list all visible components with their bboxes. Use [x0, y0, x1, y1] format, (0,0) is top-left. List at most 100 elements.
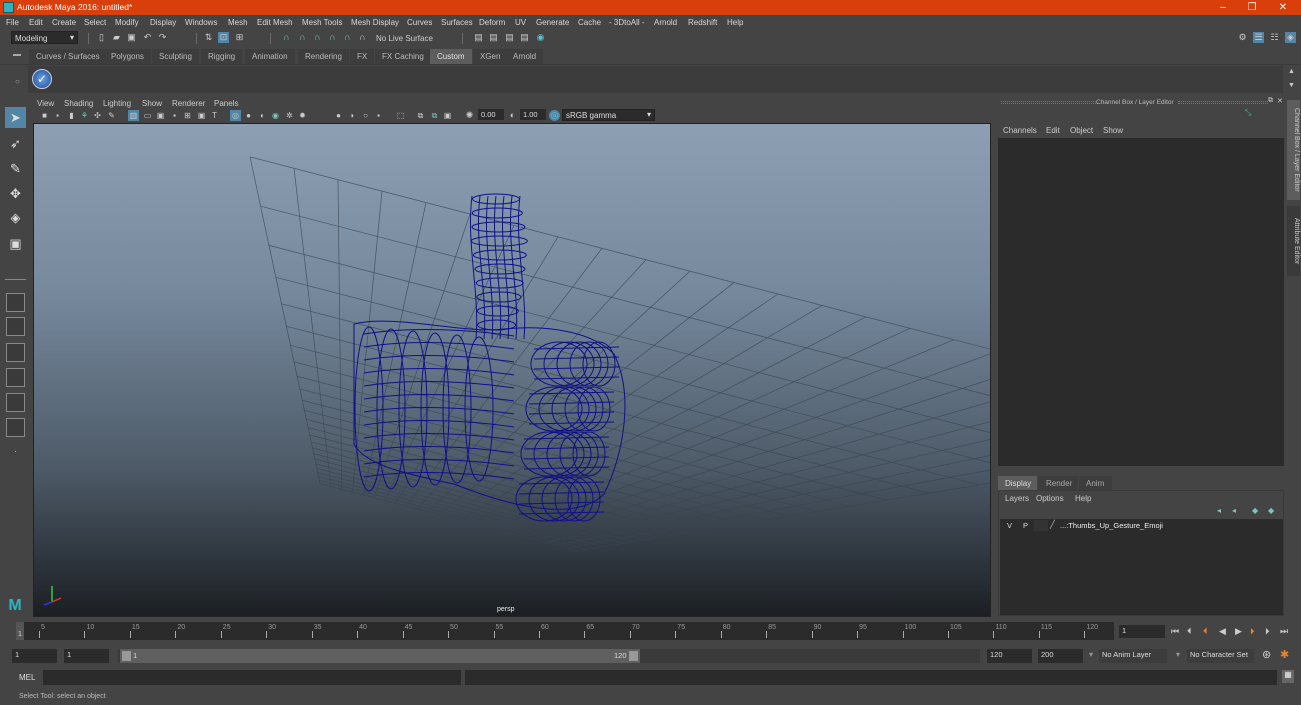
2d-pan-zoom-icon[interactable]: ✣ [92, 110, 103, 121]
menu-file[interactable]: File [6, 18, 19, 27]
redo-icon[interactable]: ↷ [157, 32, 168, 43]
channel-list[interactable] [998, 138, 1284, 466]
shelf-tab-fx-caching[interactable]: FX Caching [375, 49, 431, 64]
shelf-tab-curves-surfaces[interactable]: Curves / Surfaces [29, 49, 107, 64]
field-chart-icon[interactable]: ⊞ [182, 110, 193, 121]
menu-mesh-tools[interactable]: Mesh Tools [302, 18, 342, 27]
motion-blur-icon[interactable]: ◑ [346, 110, 357, 121]
script-editor-icon[interactable]: ▦ [1282, 670, 1294, 683]
go-to-end-icon[interactable]: ⏭ [1280, 626, 1288, 637]
open-scene-icon[interactable]: ▰ [111, 32, 122, 43]
shelf-tab-arnold[interactable]: Arnold [506, 49, 544, 64]
more-layouts-icon[interactable]: · [5, 441, 26, 462]
menu-curves[interactable]: Curves [407, 18, 432, 27]
new-empty-layer-icon[interactable]: ◆ [1252, 506, 1258, 515]
step-forward-key-icon[interactable]: ⏵ [1265, 626, 1270, 637]
paint-select-tool-icon[interactable]: ✎ [5, 158, 26, 179]
menu-uv[interactable]: UV [515, 18, 526, 27]
render-view-icon[interactable]: ▤ [473, 32, 484, 43]
safe-action-icon[interactable]: ▣ [196, 110, 207, 121]
cb-menu-object[interactable]: Object [1070, 126, 1093, 135]
chevron-down-icon[interactable]: ▾ [1176, 650, 1180, 659]
snap-surface-icon[interactable]: ∩ [342, 32, 353, 43]
shelf-tab-fx[interactable]: FX [350, 49, 375, 64]
layer-tab-anim[interactable]: Anim [1079, 476, 1112, 490]
shelf-tab-xgen[interactable]: XGen [473, 49, 508, 64]
menu-mesh[interactable]: Mesh [228, 18, 248, 27]
anti-aliasing-icon[interactable]: ○ [360, 110, 371, 121]
minimize-button[interactable]: – [1213, 1, 1233, 14]
persp-graph-layout-icon[interactable] [6, 368, 25, 387]
render-frame-icon[interactable]: ▤ [488, 32, 499, 43]
close-panel-icon[interactable]: ✕ [1277, 97, 1283, 105]
xray-joints-icon[interactable]: ⧉ [429, 110, 440, 121]
scale-tool-icon[interactable]: ▣ [5, 233, 26, 254]
shelf-tab-rendering[interactable]: Rendering [298, 49, 349, 64]
lasso-tool-icon[interactable]: ➶ [5, 133, 26, 154]
range-bar-track[interactable]: 1 120 [118, 649, 980, 663]
step-forward-frame-icon[interactable]: ⏵ [1250, 626, 1255, 637]
anim-layer-dropdown[interactable]: No Anim Layer [1099, 649, 1167, 663]
checkmark-shelf-icon[interactable]: ✓ [32, 69, 52, 89]
vp-menu-lighting[interactable]: Lighting [103, 99, 131, 108]
film-gate-icon[interactable]: ▭ [142, 110, 153, 121]
live-surface-field[interactable]: No Live Surface [376, 34, 433, 43]
wireframe-icon[interactable]: ◎ [230, 110, 241, 121]
3d-viewport[interactable]: persp [33, 123, 991, 617]
cb-menu-show[interactable]: Show [1103, 126, 1123, 135]
image-plane-icon[interactable]: ⚘ [79, 110, 90, 121]
shelf-tab-animation[interactable]: Animation [245, 49, 295, 64]
menu-modify[interactable]: Modify [115, 18, 139, 27]
menu-cache[interactable]: Cache [578, 18, 601, 27]
menu-generate[interactable]: Generate [536, 18, 569, 27]
scene-end-field[interactable]: 200 [1038, 649, 1083, 663]
auto-key-icon[interactable]: ⊛ [1262, 648, 1271, 661]
four-view-layout-icon[interactable] [6, 317, 25, 336]
range-bar[interactable]: 1 120 [120, 649, 640, 663]
layer-row[interactable]: V P ╱ ...:Thumbs_Up_Gesture_Emoji [1000, 519, 1283, 532]
menu-arnold[interactable]: Arnold [654, 18, 677, 27]
modeling-toolkit-icon[interactable]: ⚙ [1237, 32, 1248, 43]
save-scene-icon[interactable]: ▣ [126, 32, 137, 43]
snap-curve-icon[interactable]: ∩ [297, 32, 308, 43]
step-back-frame-icon[interactable]: ⏴ [1203, 626, 1208, 637]
vp-menu-view[interactable]: View [37, 99, 54, 108]
timeline[interactable]: 1 5 10 15 20 25 30 35 40 45 50 55 60 65 70 75 80 85 90 95 1… [16, 622, 1114, 640]
tab-attribute-editor[interactable]: Attribute Editor [1287, 206, 1300, 276]
drag-handle[interactable] [1001, 101, 1096, 104]
vp-menu-panels[interactable]: Panels [214, 99, 238, 108]
tab-channel-box-layer-editor[interactable]: Channel Box / Layer Editor [1287, 100, 1300, 200]
new-layer-from-selected-icon[interactable]: ◆ [1268, 506, 1274, 515]
persp-hypershade-layout-icon[interactable] [6, 393, 25, 412]
isolate-select-icon[interactable]: ⬚ [395, 110, 406, 121]
vp-menu-renderer[interactable]: Renderer [172, 99, 205, 108]
snap-grid-icon[interactable]: ∩ [281, 32, 292, 43]
resolution-gate-icon[interactable]: ▣ [155, 110, 166, 121]
gamma-field[interactable]: 1.00 [520, 109, 546, 120]
screen-space-ao-icon[interactable]: ● [333, 110, 344, 121]
wireframe-on-shaded-icon[interactable]: ◐ [257, 110, 268, 121]
range-end-handle[interactable] [629, 651, 638, 661]
shelf-settings-icon[interactable]: ○ [15, 77, 20, 86]
camera-attributes-icon[interactable]: ▪ [52, 110, 63, 121]
rotate-tool-icon[interactable]: ◈ [5, 207, 26, 228]
persp-uv-layout-icon[interactable] [6, 418, 25, 437]
camera-icon[interactable]: ■ [39, 110, 50, 121]
mel-label[interactable]: MEL [19, 673, 35, 682]
mel-input[interactable] [43, 670, 461, 685]
menu-edit[interactable]: Edit [29, 18, 43, 27]
textured-icon[interactable]: ◉ [270, 110, 281, 121]
layer-visibility-toggle[interactable]: V [1007, 521, 1012, 530]
drag-handle[interactable] [1178, 101, 1268, 104]
hypershade-icon[interactable]: ◉ [535, 32, 546, 43]
use-all-lights-icon[interactable]: ✲ [284, 110, 295, 121]
render-settings-icon[interactable]: ▤ [519, 32, 530, 43]
current-frame-field[interactable]: 1 [1119, 625, 1165, 638]
ipr-render-icon[interactable]: ▤ [504, 32, 515, 43]
layer-color-icon[interactable]: ╱ [1050, 520, 1055, 529]
select-tool-icon[interactable]: ➤ [5, 107, 26, 128]
make-live-icon[interactable]: ∩ [357, 32, 368, 43]
undo-icon[interactable]: ↶ [142, 32, 153, 43]
move-layer-down-icon[interactable]: ◂ [1232, 506, 1236, 515]
character-set-dropdown[interactable]: No Character Set [1187, 649, 1254, 663]
